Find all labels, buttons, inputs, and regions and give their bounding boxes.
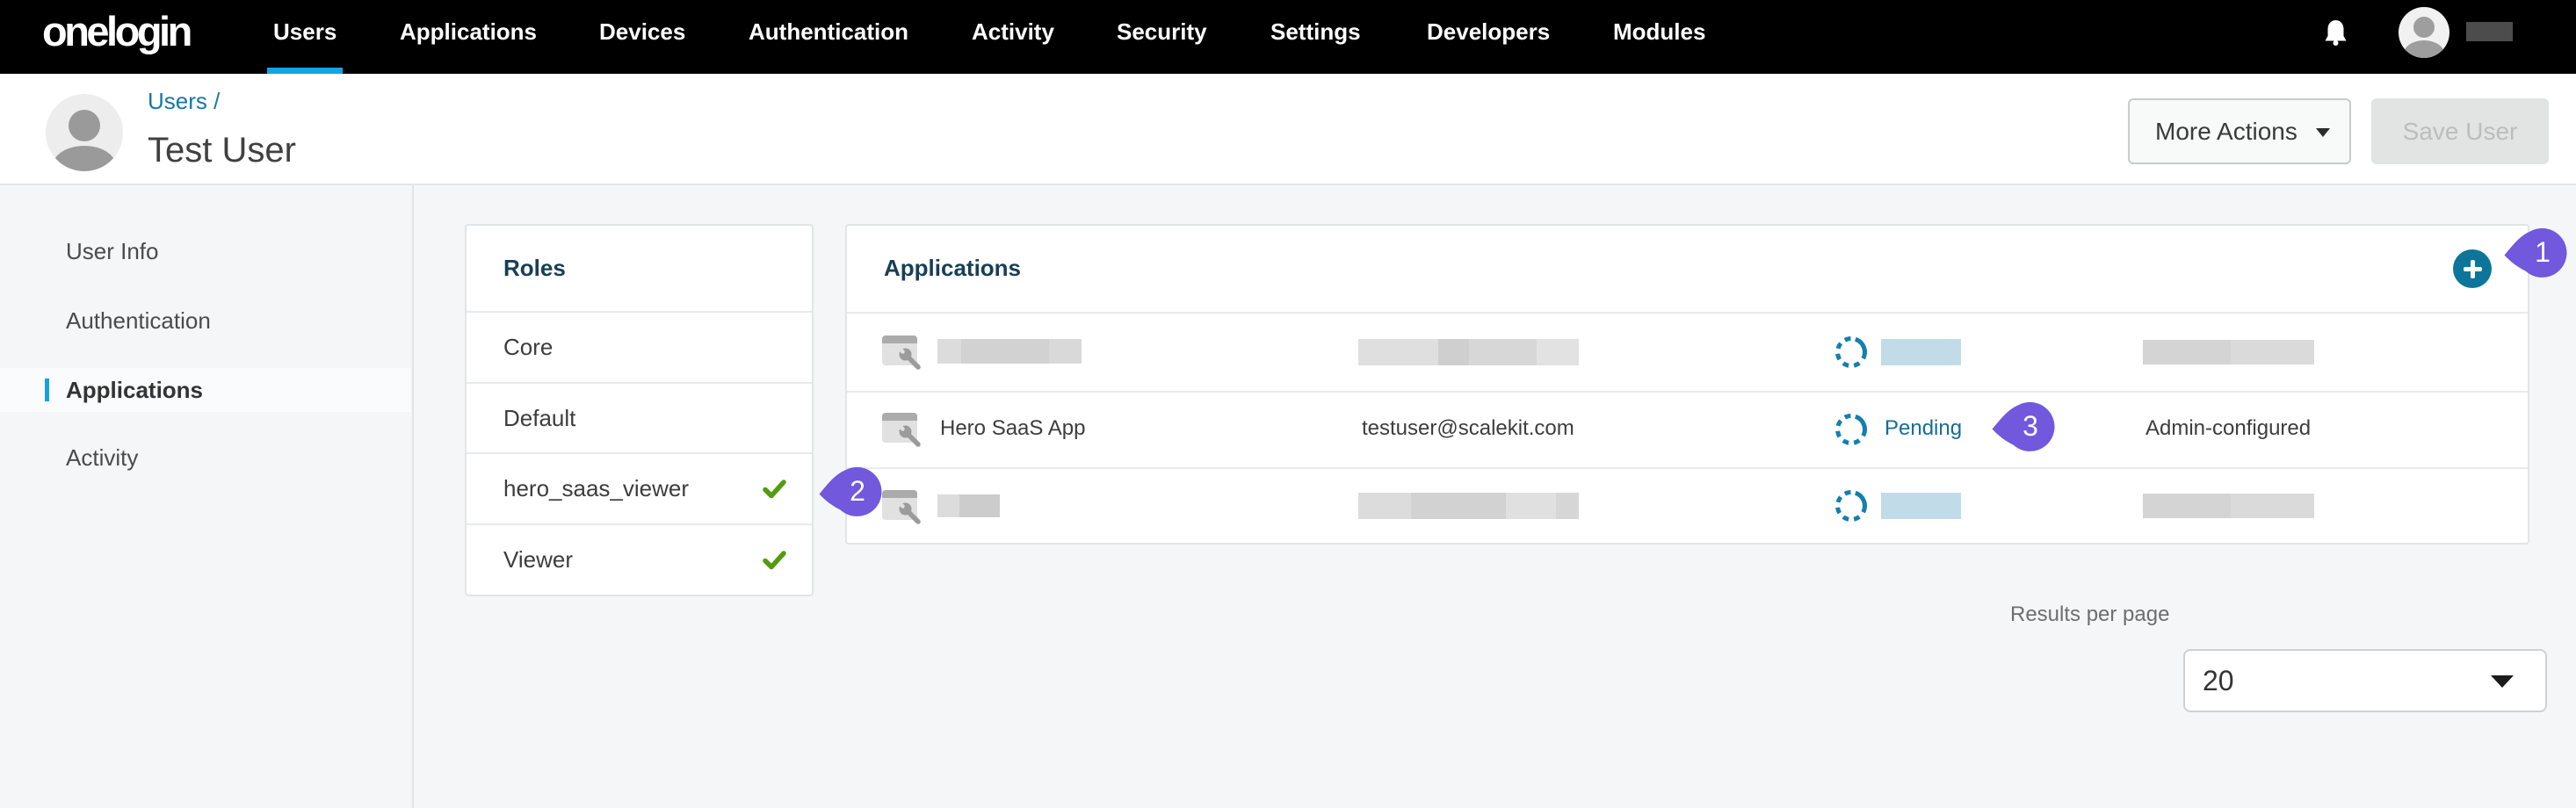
svg-text:1: 1 [2535, 236, 2551, 268]
svg-text:3: 3 [2022, 410, 2038, 442]
svg-text:2: 2 [850, 475, 865, 507]
